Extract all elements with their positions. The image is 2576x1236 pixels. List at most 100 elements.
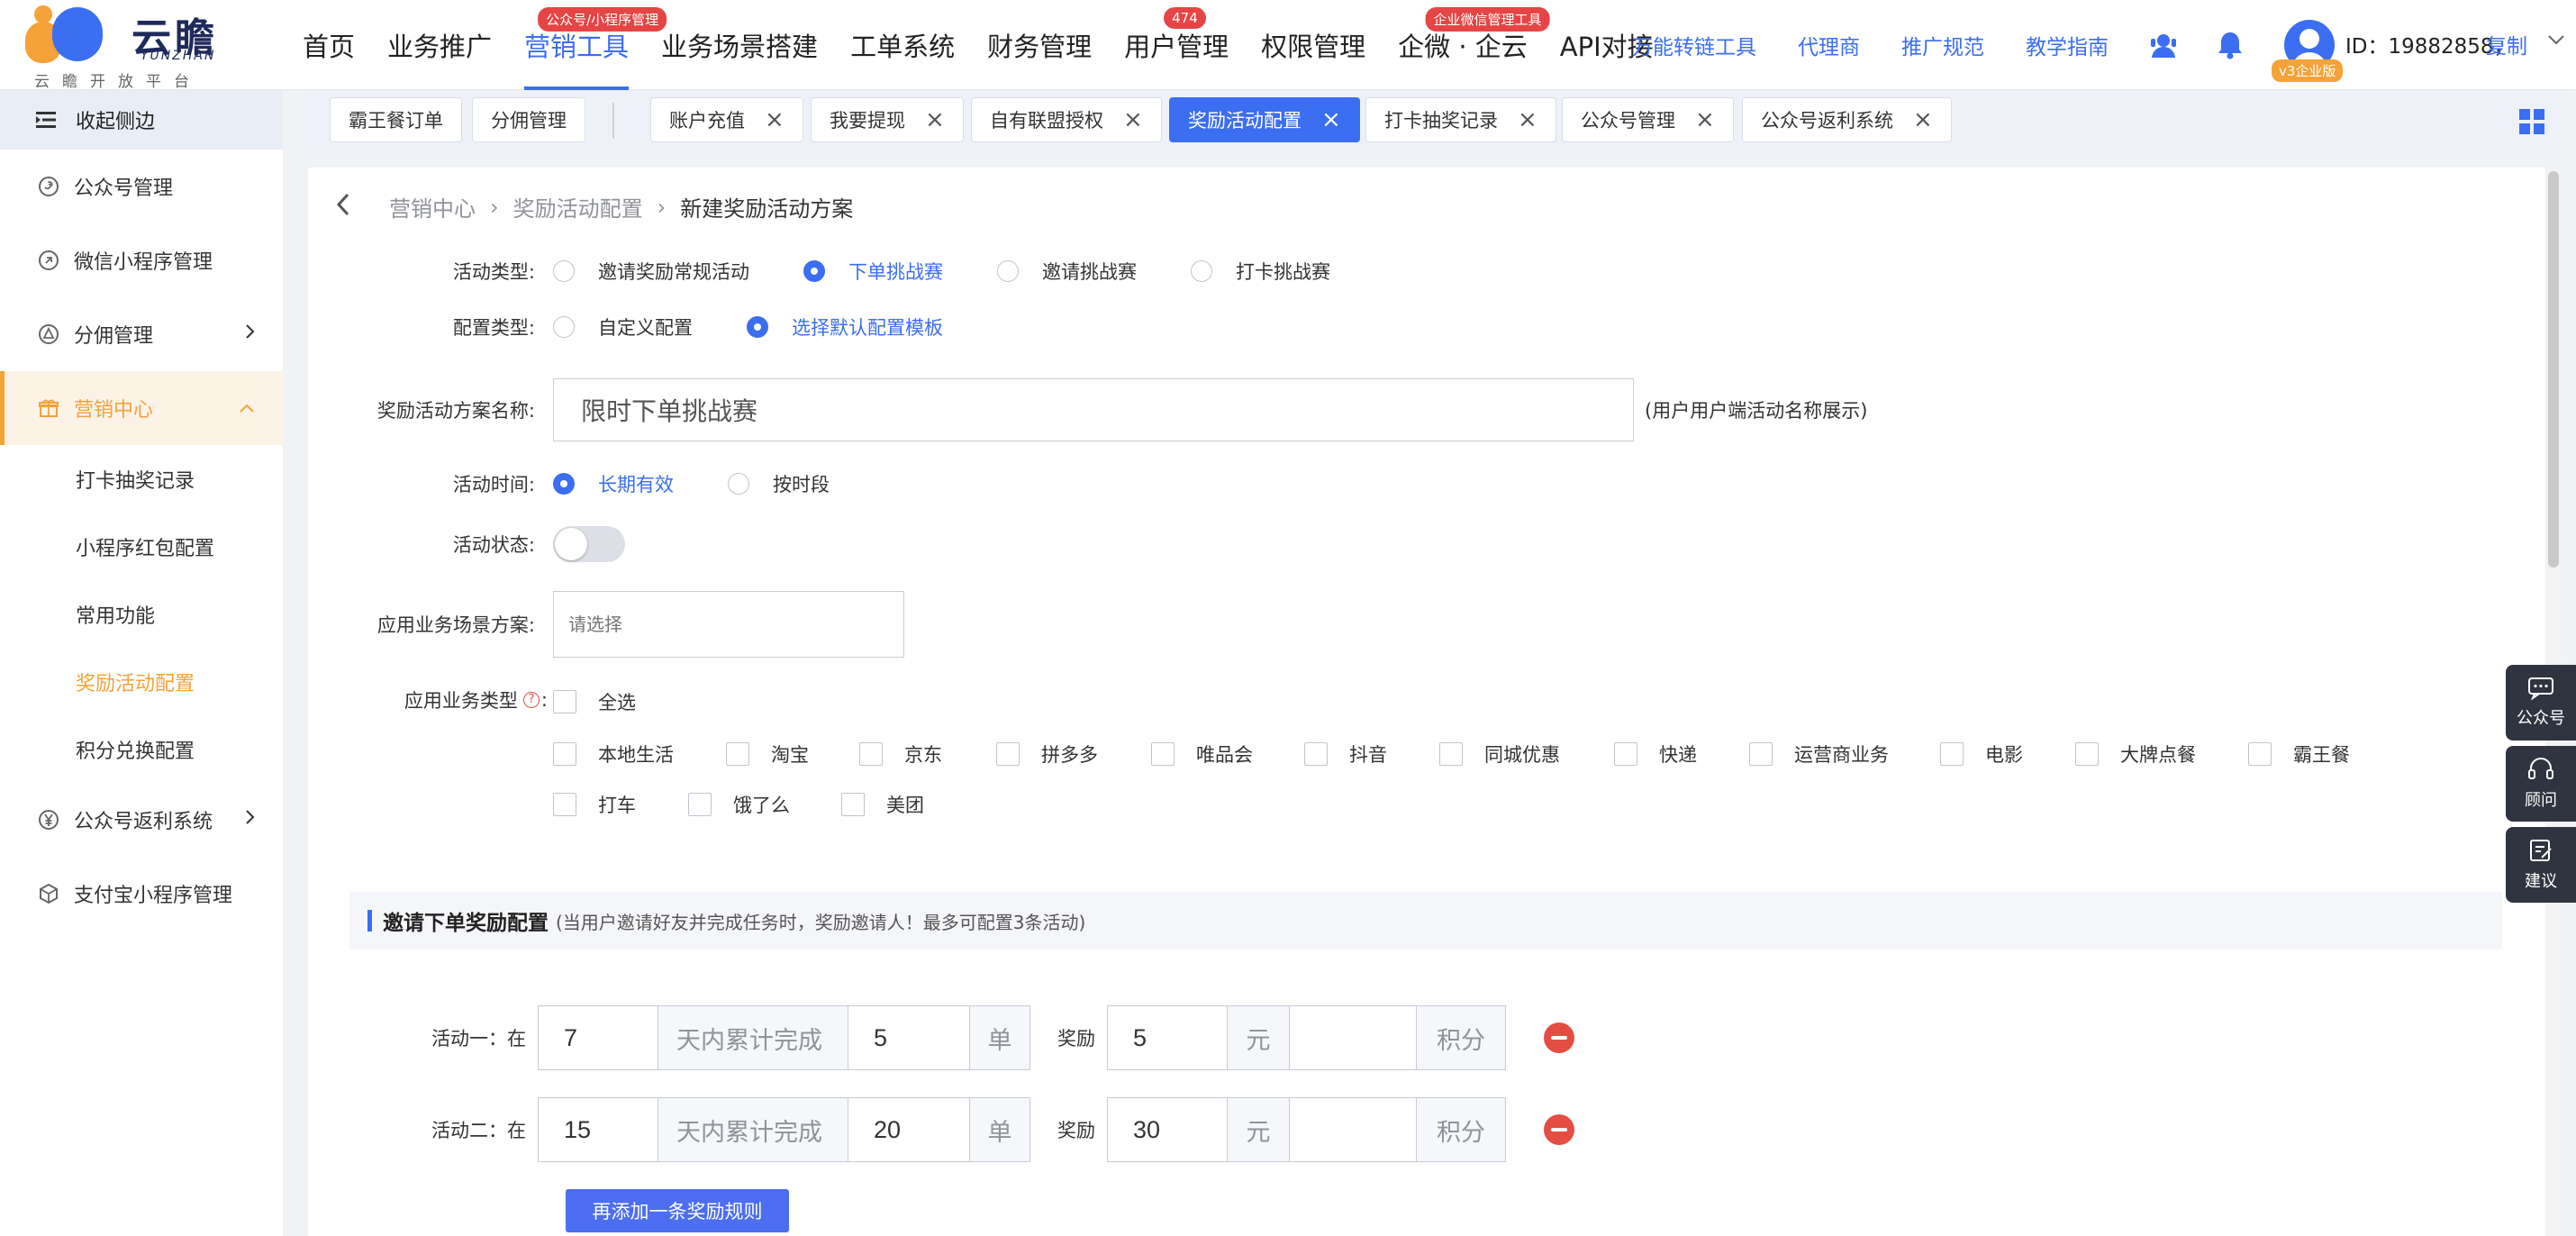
days-unit: 天内累计完成: [658, 1097, 848, 1162]
config-type-row: 配置类型: 自定义配置 选择默认配置模板: [308, 314, 997, 341]
plan-name-input[interactable]: [553, 378, 1634, 441]
nav-home[interactable]: 首页: [286, 0, 371, 90]
close-icon[interactable]: ×: [925, 108, 945, 132]
customer-service-icon[interactable]: [2145, 27, 2181, 63]
sidebar-item-wechat-miniapp[interactable]: 微信小程序管理: [0, 223, 283, 297]
checkbox-jd[interactable]: 京东: [859, 741, 942, 768]
sidebar-item-official-account[interactable]: 公众号管理: [0, 150, 283, 223]
float-official-account-button[interactable]: 公众号: [2506, 665, 2576, 741]
close-icon[interactable]: ×: [1321, 108, 1341, 132]
checkbox-movie[interactable]: 电影: [1940, 741, 2023, 768]
sidebar-sub-common[interactable]: 常用功能: [0, 580, 283, 648]
checkbox-meituan[interactable]: 美团: [841, 791, 924, 818]
nav-finance[interactable]: 财务管理: [971, 0, 1108, 90]
breadcrumb-item[interactable]: 营销中心: [389, 191, 476, 223]
sidebar-item-rebate-system[interactable]: 公众号返利系统: [0, 783, 283, 857]
tab-checkin-records[interactable]: 打卡抽奖记录 ×: [1365, 97, 1556, 142]
nav-permissions[interactable]: 权限管理: [1245, 0, 1382, 90]
checkbox-vip[interactable]: 唯品会: [1151, 741, 1253, 768]
sidebar-sub-points-exchange[interactable]: 积分兑换配置: [0, 715, 283, 783]
logo[interactable]: 云瞻 YUNZHAN 云瞻开放平台: [25, 4, 232, 91]
tab-alliance-auth[interactable]: 自有联盟授权 ×: [971, 97, 1162, 142]
days-input[interactable]: [538, 1097, 658, 1162]
tab-recharge[interactable]: 账户充值 ×: [650, 97, 803, 142]
radio-invite-regular[interactable]: 邀请奖励常规活动: [553, 258, 749, 285]
radio-long-term[interactable]: 长期有效: [553, 470, 674, 497]
checkbox-select-all[interactable]: 全选: [553, 688, 636, 715]
close-icon[interactable]: ×: [1913, 108, 1933, 132]
scrollbar-thumb[interactable]: [2548, 171, 2559, 568]
tab-withdraw[interactable]: 我要提现 ×: [811, 97, 964, 142]
checkbox-express[interactable]: 快递: [1614, 741, 1697, 768]
orders-input[interactable]: [848, 1097, 970, 1162]
checkbox-carrier[interactable]: 运营商业务: [1749, 741, 1889, 768]
yuan-input[interactable]: [1107, 1097, 1228, 1162]
grid-menu-icon[interactable]: [2518, 108, 2545, 139]
radio-checkin-challenge[interactable]: 打卡挑战赛: [1191, 258, 1330, 285]
remove-rule-icon[interactable]: [1544, 1114, 1574, 1145]
close-icon[interactable]: ×: [1518, 108, 1537, 132]
nav-promotion[interactable]: 业务推广: [371, 0, 508, 90]
breadcrumb-item[interactable]: 奖励活动配置: [513, 191, 643, 223]
yuan-input[interactable]: [1107, 1005, 1228, 1070]
tab-commission[interactable]: 分佣管理: [472, 97, 585, 142]
add-rule-button[interactable]: 再添加一条奖励规则: [566, 1189, 789, 1232]
link-agent[interactable]: 代理商: [1798, 30, 1860, 60]
close-icon[interactable]: ×: [1123, 108, 1143, 132]
close-icon[interactable]: ×: [1695, 108, 1715, 132]
nav-ticket-system[interactable]: 工单系统: [834, 0, 971, 90]
back-arrow-icon[interactable]: [335, 192, 351, 223]
orders-input[interactable]: [848, 1005, 970, 1070]
sidebar-item-alipay-miniapp[interactable]: 支付宝小程序管理: [0, 857, 283, 931]
status-toggle[interactable]: [553, 526, 625, 562]
sidebar-sub-reward-config[interactable]: 奖励活动配置: [0, 648, 283, 715]
chevron-right-icon: [245, 323, 256, 346]
chevron-down-icon[interactable]: [2547, 32, 2565, 50]
points-input[interactable]: [1289, 1097, 1417, 1162]
link-link-converter[interactable]: 万能转链工具: [1632, 30, 1756, 60]
tab-reward-config[interactable]: 奖励活动配置 ×: [1169, 97, 1360, 142]
float-consultant-button[interactable]: 顾问: [2506, 746, 2576, 822]
link-tutorial[interactable]: 教学指南: [2026, 30, 2109, 60]
activity-time-row: 活动时间: 长期有效 按时段: [308, 470, 884, 497]
sidebar-item-label: 公众号返利系统: [74, 811, 213, 833]
tab-official-account[interactable]: 公众号管理 ×: [1562, 97, 1734, 142]
sidebar-item-marketing-center[interactable]: 营销中心: [0, 371, 283, 445]
checkbox-eleme[interactable]: 饿了么: [688, 791, 790, 818]
nav-marketing-tools[interactable]: 公众号/小程序管理 营销工具: [508, 0, 667, 90]
sidebar-sub-checkin-records[interactable]: 打卡抽奖记录: [0, 445, 283, 513]
nav-scene-builder[interactable]: 业务场景搭建: [645, 0, 834, 90]
bell-icon[interactable]: [2212, 27, 2248, 63]
checkbox-bawang[interactable]: 霸王餐: [2248, 741, 2350, 768]
radio-order-challenge[interactable]: 下单挑战赛: [803, 258, 943, 285]
checkbox-pinduoduo[interactable]: 拼多多: [996, 741, 1098, 768]
sidebar-item-commission[interactable]: 分佣管理: [0, 297, 283, 371]
close-icon[interactable]: ×: [765, 108, 785, 132]
nav-user-management[interactable]: 474 用户管理: [1108, 0, 1245, 90]
days-input[interactable]: [538, 1005, 658, 1070]
checkbox-taobao[interactable]: 淘宝: [726, 741, 809, 768]
checkbox-local-deals[interactable]: 同城优惠: [1439, 741, 1560, 768]
checkbox-taxi[interactable]: 打车: [553, 791, 636, 818]
nav-wecom[interactable]: 企业微信管理工具 企微 · 企云: [1382, 0, 1550, 90]
sidebar-sub-red-packet[interactable]: 小程序红包配置: [0, 513, 283, 580]
points-input[interactable]: [1289, 1005, 1417, 1070]
checkbox-local-life[interactable]: 本地生活: [553, 741, 674, 768]
radio-by-period[interactable]: 按时段: [728, 470, 830, 497]
float-feedback-button[interactable]: 建议: [2506, 827, 2576, 903]
radio-invite-challenge[interactable]: 邀请挑战赛: [997, 258, 1137, 285]
radio-default-template[interactable]: 选择默认配置模板: [747, 314, 943, 341]
biz-type-label-colon: :: [540, 689, 548, 711]
checkbox-brand-dining[interactable]: 大牌点餐: [2075, 741, 2196, 768]
tab-bawang-orders[interactable]: 霸王餐订单: [330, 97, 462, 142]
tab-rebate-system[interactable]: 公众号返利系统 ×: [1742, 97, 1952, 142]
link-promo-rules[interactable]: 推广规范: [1901, 30, 1984, 60]
checkbox-douyin[interactable]: 抖音: [1304, 741, 1387, 768]
scene-plan-select[interactable]: [553, 591, 904, 658]
help-icon[interactable]: ?: [522, 692, 540, 708]
copy-id-button[interactable]: 复制: [2486, 29, 2527, 59]
radio-custom-config[interactable]: 自定义配置: [553, 314, 693, 341]
collapse-sidebar-button[interactable]: 收起侧边: [0, 90, 283, 150]
remove-rule-icon[interactable]: [1544, 1022, 1574, 1053]
chevron-right-icon: [245, 808, 256, 832]
